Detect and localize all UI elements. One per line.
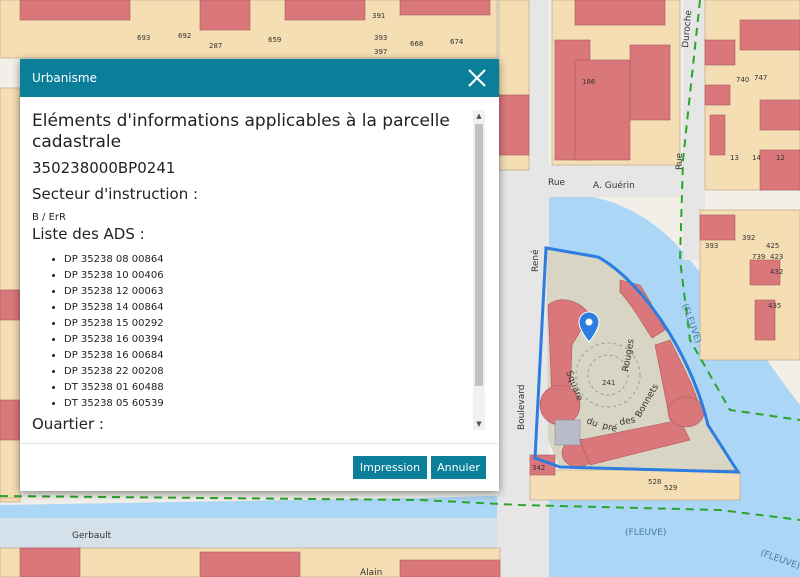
parcel-432: 432 — [770, 268, 783, 276]
parcel-739: 739 — [752, 253, 765, 261]
ads-item: DT 35238 05 60539 — [64, 396, 472, 412]
parcel-435: 435 — [768, 302, 781, 310]
parcel-528: 528 — [648, 478, 661, 486]
parcel-529: 529 — [664, 484, 677, 492]
parcel-391: 391 — [372, 12, 385, 20]
parcel-id: 350238000BP0241 — [32, 159, 176, 177]
ads-item: DP 35238 16 00394 — [64, 332, 472, 348]
parcel-186: 186 — [582, 78, 596, 86]
dialog-body: Eléments d'informations applicables à la… — [20, 97, 499, 444]
parcel-692: 692 — [178, 32, 191, 40]
parcel-13: 13 — [730, 154, 739, 162]
parcel-674: 674 — [450, 38, 464, 46]
parcel-241: 241 — [602, 379, 615, 387]
parcel-info-heading: Eléments d'informations applicables à la… — [32, 111, 450, 152]
dialog-footer: Impression Annuler — [20, 443, 499, 491]
parcel-392: 392 — [742, 234, 755, 242]
ads-item: DP 35238 14 00864 — [64, 300, 472, 316]
label-guerin: A. Guérin — [593, 180, 635, 191]
parcel-423: 423 — [770, 253, 783, 261]
parcel-693: 693 — [137, 34, 150, 42]
parcel-425: 425 — [766, 242, 779, 250]
print-button[interactable]: Impression — [353, 456, 427, 479]
close-icon[interactable] — [465, 66, 489, 90]
dialog-title: Urbanisme — [32, 71, 97, 85]
label-rene: René — [530, 249, 541, 272]
ads-item: DP 35238 15 00292 — [64, 316, 472, 332]
secteur-value: B / ErR — [32, 212, 66, 223]
label-alain: Alain — [360, 568, 382, 577]
parcel-342: 342 — [532, 464, 545, 472]
parcel-740: 740 — [736, 76, 749, 84]
ads-item: DP 35238 16 00684 — [64, 348, 472, 364]
label-gerbault: Gerbault — [72, 531, 112, 541]
label-rue-right: Rue — [675, 152, 685, 170]
ads-item: DT 35238 01 60488 — [64, 380, 472, 396]
parcel-659: 659 — [268, 36, 281, 44]
parcel-747: 747 — [754, 74, 767, 82]
parcel-397: 397 — [374, 48, 387, 56]
parcel-668: 668 — [410, 40, 423, 48]
ads-list: DP 35238 08 00864 DP 35238 10 00406 DP 3… — [32, 252, 472, 412]
label-fleuve-2: (FLEUVE) — [625, 528, 666, 538]
dialog-content: Eléments d'informations applicables à la… — [32, 111, 472, 429]
parcel-393a: 393 — [374, 34, 387, 42]
content-scrollbar[interactable]: ▲ ▼ — [473, 110, 485, 430]
ads-item: DP 35238 08 00864 — [64, 252, 472, 268]
parcel-14: 14 — [752, 154, 761, 162]
ads-item: DP 35238 10 00406 — [64, 268, 472, 284]
label-rue: Rue — [548, 178, 566, 188]
ads-item: DP 35238 22 00208 — [64, 364, 472, 380]
label-boulevard: Boulevard — [517, 384, 527, 430]
dialog-header: Urbanisme — [20, 59, 499, 97]
urbanisme-dialog: Urbanisme Eléments d'informations applic… — [20, 59, 499, 491]
parcel-12: 12 — [776, 154, 785, 162]
ads-item: DP 35238 12 00063 — [64, 284, 472, 300]
cancel-button[interactable]: Annuler — [431, 456, 486, 479]
secteur-title: Secteur d'instruction : — [32, 185, 199, 203]
scroll-down-icon[interactable]: ▼ — [473, 418, 485, 430]
parcel-393b: 393 — [705, 242, 718, 250]
scrollbar-thumb[interactable] — [475, 124, 483, 386]
scroll-up-icon[interactable]: ▲ — [473, 110, 485, 122]
ads-title: Liste des ADS : — [32, 225, 145, 243]
quartier-title: Quartier : — [32, 415, 104, 429]
parcel-287: 287 — [209, 42, 222, 50]
